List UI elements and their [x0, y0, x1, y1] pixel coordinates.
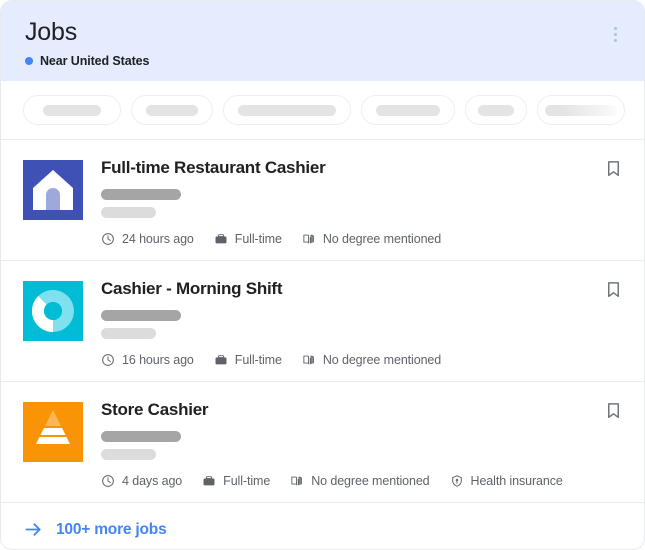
arrow-right-icon: [23, 519, 44, 540]
company-logo: [23, 281, 83, 341]
book-icon: [302, 353, 316, 367]
book-icon: [290, 474, 304, 488]
job-card[interactable]: Cashier - Morning Shift 16 hours ago Full-…: [1, 261, 644, 382]
job-meta-item: 4 days ago: [101, 474, 182, 488]
page-title: Jobs: [25, 17, 620, 47]
clock-icon: [101, 474, 115, 488]
job-title: Store Cashier: [101, 399, 622, 420]
briefcase-icon: [214, 353, 228, 367]
job-details: Full-time Restaurant Cashier 24 hours ago…: [101, 156, 622, 246]
job-meta-item: 16 hours ago: [101, 353, 194, 367]
filter-chip-placeholder[interactable]: [223, 95, 351, 125]
job-meta-label: Full-time: [235, 232, 282, 246]
bookmark-button[interactable]: [602, 157, 624, 179]
filter-chips-row: [1, 81, 644, 140]
filter-chip-placeholder[interactable]: [361, 95, 455, 125]
jobs-header: Jobs Near United States: [1, 1, 644, 81]
kebab-menu-icon[interactable]: [604, 23, 626, 45]
bookmark-icon: [604, 401, 623, 420]
kebab-dot: [614, 33, 617, 36]
company-skeleton: [101, 431, 622, 460]
chip-skeleton-bar: [146, 105, 198, 116]
shield-icon: [450, 474, 464, 488]
clock-icon: [101, 232, 115, 246]
company-logo: [23, 402, 83, 462]
filter-chip-placeholder[interactable]: [131, 95, 213, 125]
job-meta-label: 24 hours ago: [122, 232, 194, 246]
skeleton-bar-primary: [101, 431, 181, 442]
more-jobs-label: 100+ more jobs: [56, 521, 167, 539]
chip-skeleton-bar: [43, 105, 101, 116]
job-title: Full-time Restaurant Cashier: [101, 157, 622, 178]
company-logo: [23, 160, 83, 220]
job-list: Full-time Restaurant Cashier 24 hours ago…: [1, 140, 644, 503]
job-meta-label: Health insurance: [471, 474, 563, 488]
job-title: Cashier - Morning Shift: [101, 278, 622, 299]
job-meta-label: No degree mentioned: [311, 474, 429, 488]
chip-skeleton-bar: [545, 105, 617, 116]
job-meta-label: No degree mentioned: [323, 353, 441, 367]
location-label: Near United States: [40, 54, 149, 68]
bookmark-icon: [604, 159, 623, 178]
job-details: Store Cashier 4 days ago Full-time No degre…: [101, 398, 622, 488]
filter-chip-placeholder[interactable]: [465, 95, 527, 125]
job-meta-label: Full-time: [223, 474, 270, 488]
job-meta-row: 16 hours ago Full-time No degree mentioned: [101, 353, 622, 367]
kebab-dot: [614, 27, 617, 30]
chips-next-button[interactable]: [635, 97, 644, 123]
briefcase-icon: [214, 232, 228, 246]
bookmark-button[interactable]: [602, 278, 624, 300]
job-card[interactable]: Full-time Restaurant Cashier 24 hours ago…: [1, 140, 644, 261]
job-meta-row: 4 days ago Full-time No degree mentioned He…: [101, 474, 622, 488]
chip-skeleton-bar: [478, 105, 514, 116]
bookmark-button[interactable]: [602, 399, 624, 421]
house-logo: [23, 160, 83, 220]
chevron-right-icon: [639, 102, 645, 119]
chip-skeleton-bar: [376, 105, 440, 116]
filter-chip-placeholder[interactable]: [23, 95, 121, 125]
job-meta-label: 16 hours ago: [122, 353, 194, 367]
job-meta-item: 24 hours ago: [101, 232, 194, 246]
bookmark-icon: [604, 280, 623, 299]
job-meta-label: 4 days ago: [122, 474, 182, 488]
job-meta-label: Full-time: [235, 353, 282, 367]
skeleton-bar-secondary: [101, 328, 156, 339]
job-meta-item: Full-time: [214, 353, 282, 367]
briefcase-icon: [202, 474, 216, 488]
job-card[interactable]: Store Cashier 4 days ago Full-time No degre…: [1, 382, 644, 503]
location-subtitle: Near United States: [25, 54, 620, 68]
location-dot-icon: [25, 57, 33, 65]
job-meta-item: Health insurance: [450, 474, 563, 488]
chip-skeleton-bar: [238, 105, 336, 116]
job-details: Cashier - Morning Shift 16 hours ago Full-…: [101, 277, 622, 367]
skeleton-bar-primary: [101, 310, 181, 321]
kebab-dot: [614, 39, 617, 42]
job-meta-item: Full-time: [202, 474, 270, 488]
more-jobs-link[interactable]: 100+ more jobs: [1, 503, 644, 550]
job-meta-row: 24 hours ago Full-time No degree mentioned: [101, 232, 622, 246]
job-meta-item: No degree mentioned: [302, 232, 441, 246]
filter-chip-placeholder[interactable]: [537, 95, 625, 125]
book-icon: [302, 232, 316, 246]
job-meta-item: Full-time: [214, 232, 282, 246]
donut-logo: [23, 281, 83, 341]
skeleton-bar-secondary: [101, 449, 156, 460]
skeleton-bar-secondary: [101, 207, 156, 218]
job-meta-label: No degree mentioned: [323, 232, 441, 246]
company-skeleton: [101, 310, 622, 339]
clock-icon: [101, 353, 115, 367]
pyramid-logo: [23, 402, 83, 462]
jobs-widget: Jobs Near United States Full-time Restau…: [0, 0, 645, 550]
job-meta-item: No degree mentioned: [302, 353, 441, 367]
company-skeleton: [101, 189, 622, 218]
job-meta-item: No degree mentioned: [290, 474, 429, 488]
skeleton-bar-primary: [101, 189, 181, 200]
